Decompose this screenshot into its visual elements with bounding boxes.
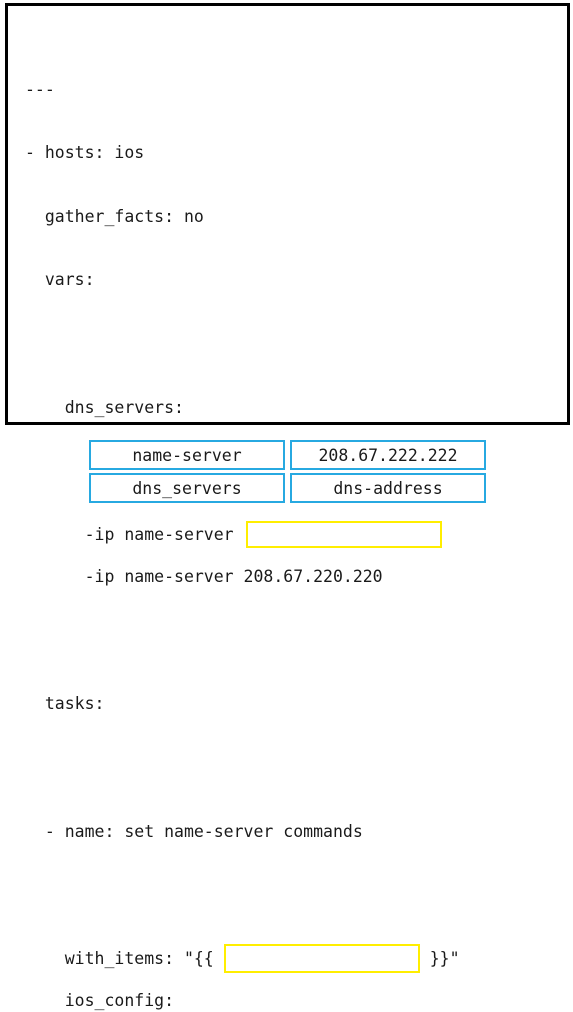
tile-row: dns_servers dns-address bbox=[89, 473, 486, 503]
draggable-tile-dns-servers[interactable]: dns_servers bbox=[89, 473, 285, 503]
draggable-tile-208-67-222-222[interactable]: 208.67.222.222 bbox=[290, 440, 486, 470]
code-line-with-blank-2: with_items: "{{ }}" bbox=[25, 905, 460, 973]
code-line: -ip name-server 208.67.220.220 bbox=[25, 567, 383, 587]
code-listing: --- - hosts: ios gather_facts: no vars: … bbox=[8, 6, 460, 1012]
drop-target-blank-1[interactable] bbox=[245, 520, 442, 548]
code-text-suffix: }}" bbox=[429, 948, 460, 968]
code-panel: --- - hosts: ios gather_facts: no vars: … bbox=[5, 3, 570, 1010]
code-text-prefix: -ip name-server bbox=[25, 524, 244, 544]
draggable-tile-dns-address[interactable]: dns-address bbox=[290, 473, 486, 503]
code-line: ios_config: bbox=[25, 991, 175, 1011]
code-line: dns_servers: bbox=[25, 397, 184, 417]
drop-target-blank-2[interactable] bbox=[223, 943, 420, 973]
code-line: - hosts: ios bbox=[25, 143, 145, 163]
code-line: --- bbox=[25, 79, 55, 99]
code-line: - name: set name-server commands bbox=[25, 821, 363, 841]
code-line: vars: bbox=[25, 270, 95, 290]
code-text-prefix: with_items: "{{ bbox=[25, 948, 214, 968]
code-line: tasks: bbox=[25, 694, 105, 714]
draggable-tile-name-server[interactable]: name-server bbox=[89, 440, 285, 470]
answer-tile-tray: name-server 208.67.222.222 dns_servers d… bbox=[89, 440, 486, 503]
code-line: gather_facts: no bbox=[25, 206, 204, 226]
tile-row: name-server 208.67.222.222 bbox=[89, 440, 486, 470]
